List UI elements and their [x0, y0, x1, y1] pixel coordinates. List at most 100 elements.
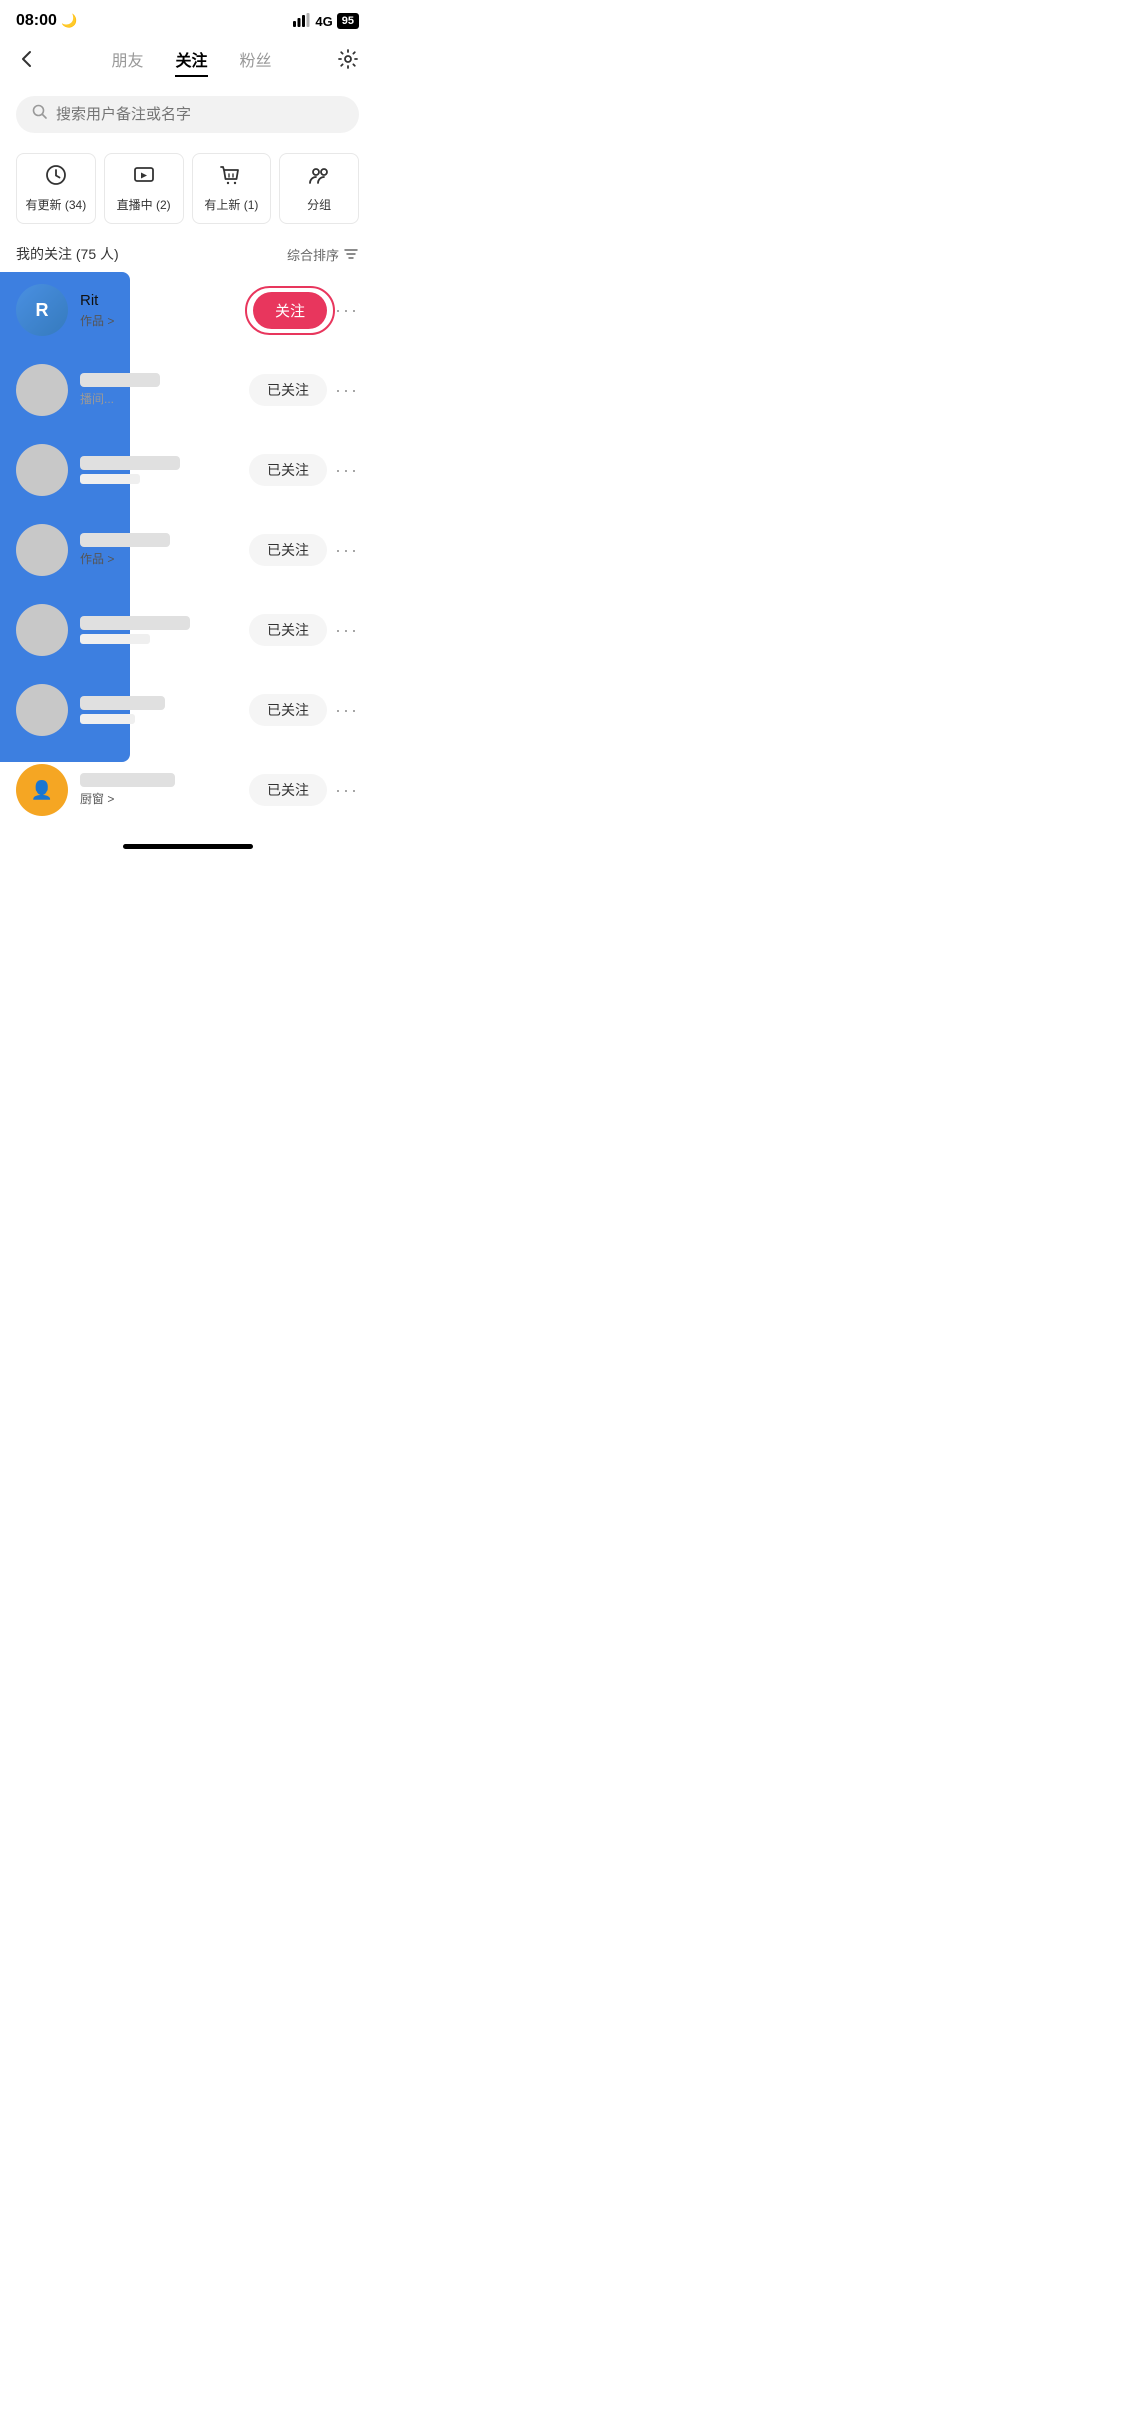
- user-actions: 关注 ···: [253, 292, 359, 329]
- avatar: R: [16, 284, 68, 336]
- filter-live-label: 直播中 (2): [117, 196, 171, 213]
- avatar: [16, 684, 68, 736]
- battery-indicator: 95: [337, 13, 359, 29]
- filter-new[interactable]: 有上新 (1): [192, 153, 272, 224]
- user-sub: 作品 >: [80, 550, 249, 567]
- filter-updates-label: 有更新 (34): [26, 196, 87, 213]
- user-sub: 播间...: [80, 390, 249, 407]
- filter-updates[interactable]: 有更新 (34): [16, 153, 96, 224]
- avatar-image: [16, 684, 68, 736]
- follow-button[interactable]: 关注: [253, 292, 327, 329]
- list-item: R Rit 作品 > 关注 ···: [0, 272, 375, 348]
- signal-icon: [293, 13, 311, 30]
- user-actions: 已关注 ···: [249, 774, 359, 806]
- user-info: 厨窗 >: [80, 773, 249, 807]
- filter-row: 有更新 (34) 直播中 (2) 有上新 (1): [0, 141, 375, 236]
- user-info: [80, 696, 249, 724]
- more-button[interactable]: ···: [335, 300, 359, 321]
- list-item: 已关注 ···: [0, 672, 375, 748]
- user-sub: 厨窗 >: [80, 790, 249, 807]
- avatar-image: [16, 524, 68, 576]
- user-actions: 已关注 ···: [249, 614, 359, 646]
- avatar: 👤: [16, 764, 68, 816]
- avatar-image: [16, 444, 68, 496]
- avatar-image: R: [16, 284, 68, 336]
- user-sub: [80, 474, 140, 484]
- followed-button[interactable]: 已关注: [249, 534, 327, 566]
- tab-fans[interactable]: 粉丝: [240, 47, 272, 77]
- user-info: [80, 616, 249, 644]
- search-bar[interactable]: [16, 96, 359, 133]
- avatar-image: 👤: [16, 764, 68, 816]
- avatar-image: [16, 364, 68, 416]
- nav-tabs: 朋友 关注 粉丝: [46, 47, 337, 77]
- avatar: [16, 604, 68, 656]
- home-indicator: [0, 836, 375, 855]
- followed-button[interactable]: 已关注: [249, 694, 327, 726]
- group-icon: [308, 164, 330, 192]
- followed-button[interactable]: 已关注: [249, 454, 327, 486]
- status-time: 08:00 🌙: [16, 12, 78, 30]
- user-actions: 已关注 ···: [249, 694, 359, 726]
- user-name: [80, 773, 175, 787]
- followed-button[interactable]: 已关注: [249, 374, 327, 406]
- filter-groups[interactable]: 分组: [279, 153, 359, 224]
- user-sub: [80, 714, 135, 724]
- status-bar: 08:00 🌙 4G 95: [0, 0, 375, 36]
- user-info: [80, 456, 249, 484]
- tab-follow[interactable]: 关注: [175, 47, 207, 77]
- user-sub: 作品 >: [80, 312, 253, 329]
- avatar-image: [16, 604, 68, 656]
- more-button[interactable]: ···: [335, 460, 359, 481]
- user-name: [80, 533, 170, 547]
- user-list: R Rit 作品 > 关注 ··· 播间... 已关注 ···: [0, 272, 375, 828]
- more-button[interactable]: ···: [335, 620, 359, 641]
- user-info: 作品 >: [80, 533, 249, 567]
- more-button[interactable]: ···: [335, 540, 359, 561]
- user-actions: 已关注 ···: [249, 374, 359, 406]
- user-actions: 已关注 ···: [249, 454, 359, 486]
- shop-icon: [220, 164, 242, 192]
- list-item: 👤 厨窗 > 已关注 ···: [0, 752, 375, 828]
- followed-button[interactable]: 已关注: [249, 614, 327, 646]
- followed-button[interactable]: 已关注: [249, 774, 327, 806]
- search-input[interactable]: [56, 106, 343, 123]
- tab-friends[interactable]: 朋友: [111, 47, 143, 77]
- avatar: [16, 364, 68, 416]
- user-actions: 已关注 ···: [249, 534, 359, 566]
- follows-count: 我的关注 (75 人): [16, 244, 119, 264]
- avatar: [16, 444, 68, 496]
- user-info: 播间...: [80, 373, 249, 407]
- avatar: [16, 524, 68, 576]
- home-bar: [123, 844, 253, 849]
- moon-icon: 🌙: [61, 13, 77, 28]
- user-name: [80, 696, 165, 710]
- follows-header: 我的关注 (75 人) 综合排序: [0, 236, 375, 272]
- filter-new-label: 有上新 (1): [204, 196, 258, 213]
- list-item: 播间... 已关注 ···: [0, 352, 375, 428]
- user-name: Rit: [80, 292, 253, 309]
- sort-button[interactable]: 综合排序: [287, 245, 359, 264]
- list-item: 作品 > 已关注 ···: [0, 512, 375, 588]
- filter-live[interactable]: 直播中 (2): [104, 153, 184, 224]
- live-icon: [133, 164, 155, 192]
- user-sub: [80, 634, 150, 644]
- network-label: 4G: [315, 14, 332, 29]
- list-item: 已关注 ···: [0, 592, 375, 668]
- user-name: [80, 616, 190, 630]
- sort-label: 综合排序: [287, 245, 339, 264]
- user-name: [80, 456, 180, 470]
- back-button[interactable]: [16, 44, 46, 80]
- more-button[interactable]: ···: [335, 700, 359, 721]
- user-name: [80, 373, 160, 387]
- top-nav: 朋友 关注 粉丝: [0, 36, 375, 88]
- filter-groups-label: 分组: [307, 196, 331, 213]
- status-icons: 4G 95: [293, 13, 359, 30]
- search-icon: [32, 104, 48, 125]
- list-item: 已关注 ···: [0, 432, 375, 508]
- clock-icon: [45, 164, 67, 192]
- more-button[interactable]: ···: [335, 380, 359, 401]
- more-button[interactable]: ···: [335, 780, 359, 801]
- user-info: Rit 作品 >: [80, 292, 253, 329]
- settings-button[interactable]: [337, 48, 359, 76]
